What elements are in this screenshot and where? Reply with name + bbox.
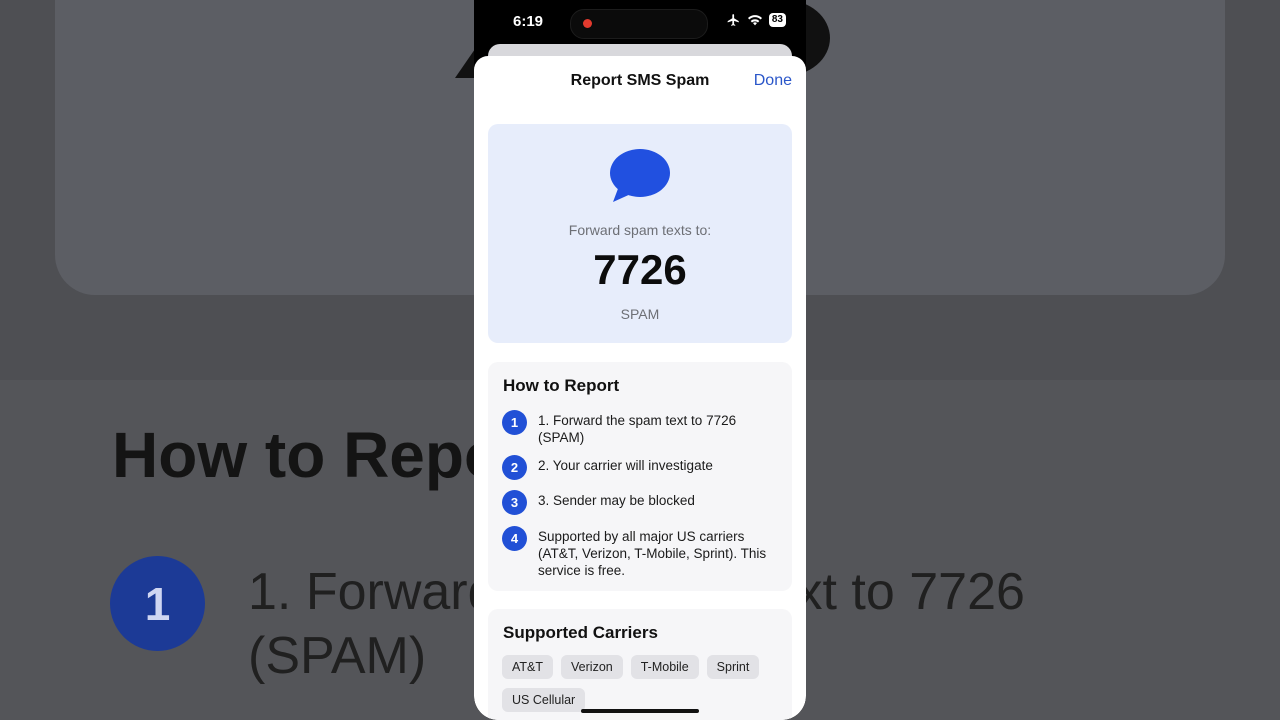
status-icons: 83 [726, 13, 786, 27]
supported-carriers-title: Supported Carriers [503, 623, 658, 642]
background-step-text-line2: (SPAM) [248, 627, 427, 685]
recording-indicator-icon [583, 19, 592, 28]
carrier-chip-us-cellular: US Cellular [502, 688, 586, 712]
step-number-badge: 2 [502, 455, 527, 480]
carrier-chip-list: AT&T Verizon T-Mobile Sprint US Cellular [502, 655, 787, 712]
supported-carriers-card: Supported Carriers AT&T Verizon T-Mobile… [488, 609, 792, 720]
background-step-text-start: 1. Forward [248, 563, 497, 621]
forward-label: Forward spam texts to: [568, 222, 712, 238]
airplane-icon [727, 14, 739, 26]
step-number-badge: 1 [502, 410, 527, 435]
home-indicator[interactable] [581, 709, 699, 713]
phone-screen: 6:19 83 Report SMS Spam Done Forward spa [474, 0, 806, 720]
wifi-icon [747, 15, 762, 26]
forward-to-card: Forward spam texts to: 7726 SPAM [488, 124, 792, 343]
battery-icon: 83 [768, 13, 786, 27]
dynamic-island [570, 9, 708, 39]
short-code-word: SPAM [620, 306, 660, 322]
status-bar: 6:19 83 [474, 0, 806, 44]
carrier-chip-tmobile: T-Mobile [630, 655, 699, 679]
how-to-report-title: How to Report [503, 376, 620, 395]
background-step-badge: 1 [110, 556, 205, 651]
status-time: 6:19 [513, 13, 544, 30]
background-step-text-end: xt to 7726 [796, 563, 1025, 621]
carrier-chip-sprint: Sprint [706, 655, 760, 679]
step-text: 2. Your carrier will investigate [538, 458, 713, 473]
carrier-chip-verizon: Verizon [561, 655, 623, 679]
report-sheet: Report SMS Spam Done Forward spam texts … [474, 56, 806, 720]
done-button[interactable]: Done [754, 72, 792, 90]
step-number-badge: 4 [502, 526, 527, 551]
step-item: 1 1. Forward the spam text to 7726 (SPAM… [502, 410, 782, 446]
message-bubble-icon [610, 149, 670, 202]
background-heading: How to Repo [112, 419, 504, 491]
short-code-number[interactable]: 7726 [488, 246, 792, 294]
step-text: 1. Forward the spam text to 7726 (SPAM) [538, 413, 737, 445]
step-item: 3 3. Sender may be blocked [502, 490, 782, 515]
step-number-badge: 3 [502, 490, 527, 515]
step-item: 2 2. Your carrier will investigate [502, 455, 782, 480]
step-text: Supported by all major US carriers (AT&T… [538, 529, 767, 578]
step-item: 4 Supported by all major US carriers (AT… [502, 526, 782, 579]
carrier-chip-att: AT&T [502, 655, 554, 679]
step-text: 3. Sender may be blocked [538, 493, 695, 508]
how-to-report-card: How to Report 1 1. Forward the spam text… [488, 362, 792, 591]
